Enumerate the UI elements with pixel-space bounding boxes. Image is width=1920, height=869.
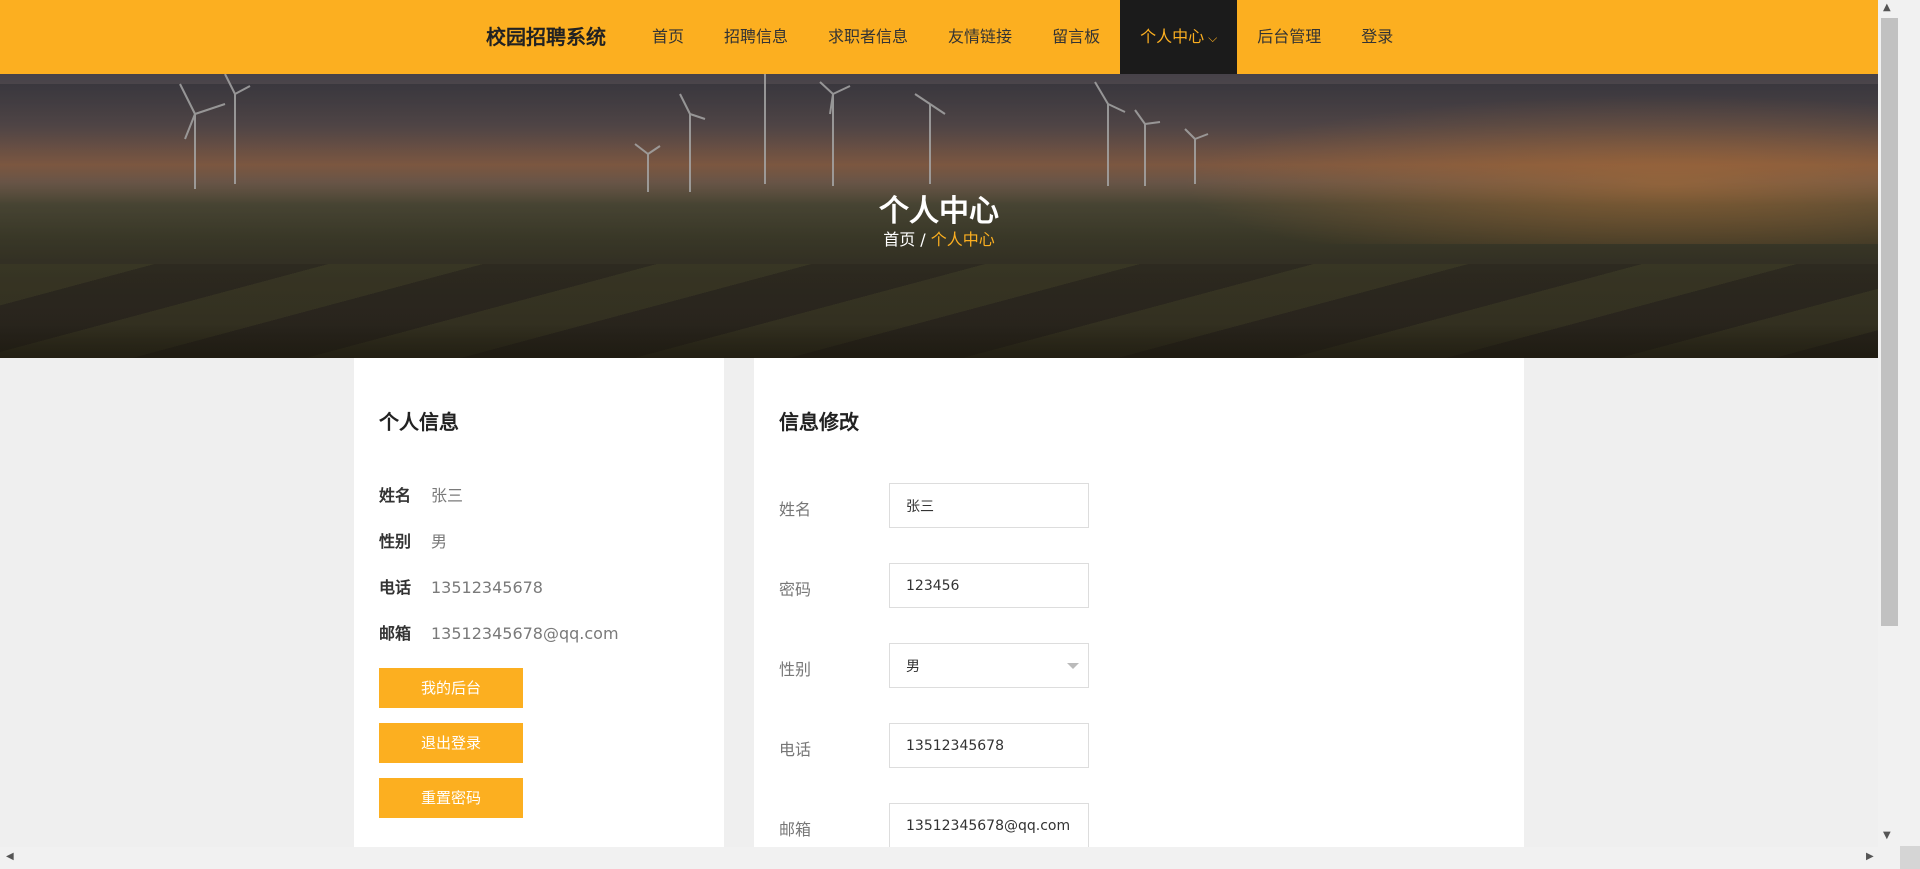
- breadcrumb-separator: /: [915, 230, 931, 249]
- scroll-up-icon[interactable]: ▲: [1883, 2, 1891, 13]
- email-field[interactable]: [889, 803, 1089, 848]
- info-label: 性别: [379, 532, 412, 551]
- nav-label: 友情链接: [948, 27, 1013, 46]
- personal-info-panel: 个人信息 姓名 张三 性别男 电话 13512345678 邮箱 1351234567…: [354, 358, 724, 847]
- scroll-left-icon[interactable]: ◀: [6, 851, 14, 862]
- info-value: 张三: [431, 486, 464, 505]
- reset-password-button[interactable]: 重置密码: [379, 778, 523, 818]
- info-value: 男: [431, 532, 448, 551]
- nav-item-links[interactable]: 友情链接: [928, 0, 1032, 74]
- caret-down-icon: [1067, 663, 1079, 669]
- personal-info-title: 个人信息: [379, 410, 459, 434]
- nav-label: 登录: [1361, 27, 1394, 46]
- gender-select[interactable]: [889, 643, 1089, 688]
- email-label: 邮箱: [779, 820, 812, 839]
- info-value: 13512345678: [431, 578, 543, 597]
- info-row-phone: 电话 13512345678: [379, 574, 543, 598]
- phone-field[interactable]: [889, 723, 1089, 768]
- nav-label: 个人中心: [1140, 27, 1205, 46]
- info-value: 13512345678@qq.com: [431, 624, 619, 643]
- page-title: 个人中心: [879, 194, 999, 229]
- nav-item-jobs[interactable]: 招聘信息: [704, 0, 808, 74]
- info-label: 姓名: [379, 486, 412, 505]
- phone-label: 电话: [779, 740, 812, 759]
- info-row-name: 姓名 张三: [379, 482, 463, 506]
- nav-item-messages[interactable]: 留言板: [1032, 0, 1120, 74]
- edit-info-title: 信息修改: [779, 410, 859, 434]
- top-navbar: 校园招聘系统 首页 招聘信息 求职者信息 友情链接 留言板 个人中心 ⌵ 后台管理…: [0, 0, 1878, 74]
- nav-label: 招聘信息: [724, 27, 789, 46]
- horizontal-scrollbar[interactable]: [0, 847, 1878, 869]
- nav-item-applicants[interactable]: 求职者信息: [808, 0, 928, 74]
- vertical-scrollbar-thumb[interactable]: [1881, 18, 1898, 626]
- my-dashboard-button[interactable]: 我的后台: [379, 668, 523, 708]
- breadcrumb-current: 个人中心: [930, 230, 995, 249]
- name-field[interactable]: [889, 483, 1089, 528]
- nav-item-home[interactable]: 首页: [632, 0, 704, 74]
- info-row-gender: 性别男: [379, 528, 447, 552]
- nav-label: 求职者信息: [828, 27, 909, 46]
- nav-item-profile[interactable]: 个人中心 ⌵: [1120, 0, 1238, 74]
- hero-banner: 个人中心 首页 / 个人中心: [0, 74, 1878, 358]
- name-label: 姓名: [779, 500, 812, 519]
- nav-label: 留言板: [1052, 27, 1101, 46]
- breadcrumb-home[interactable]: 首页: [883, 230, 915, 249]
- scroll-right-icon[interactable]: ▶: [1866, 851, 1874, 862]
- breadcrumb: 首页 / 个人中心: [0, 226, 1878, 250]
- nav-item-admin[interactable]: 后台管理: [1237, 0, 1341, 74]
- password-field[interactable]: [889, 563, 1089, 608]
- nav-label: 首页: [652, 27, 685, 46]
- site-brand[interactable]: 校园招聘系统: [486, 0, 606, 74]
- password-label: 密码: [779, 580, 812, 599]
- logout-button[interactable]: 退出登录: [379, 723, 523, 763]
- main-nav: 首页 招聘信息 求职者信息 友情链接 留言板 个人中心 ⌵ 后台管理 登录: [632, 0, 1413, 74]
- info-label: 电话: [379, 578, 412, 597]
- info-row-email: 邮箱 13512345678@qq.com: [379, 620, 619, 644]
- edit-info-panel: 信息修改 姓名 密码 性别 电话 邮箱: [754, 358, 1524, 848]
- nav-label: 后台管理: [1257, 27, 1322, 46]
- info-label: 邮箱: [379, 624, 412, 643]
- chevron-down-icon: ⌵: [1208, 31, 1218, 45]
- gender-label: 性别: [779, 660, 812, 679]
- scrollbar-corner: [1900, 846, 1920, 869]
- nav-item-login[interactable]: 登录: [1341, 0, 1413, 74]
- scroll-down-icon[interactable]: ▼: [1883, 830, 1891, 841]
